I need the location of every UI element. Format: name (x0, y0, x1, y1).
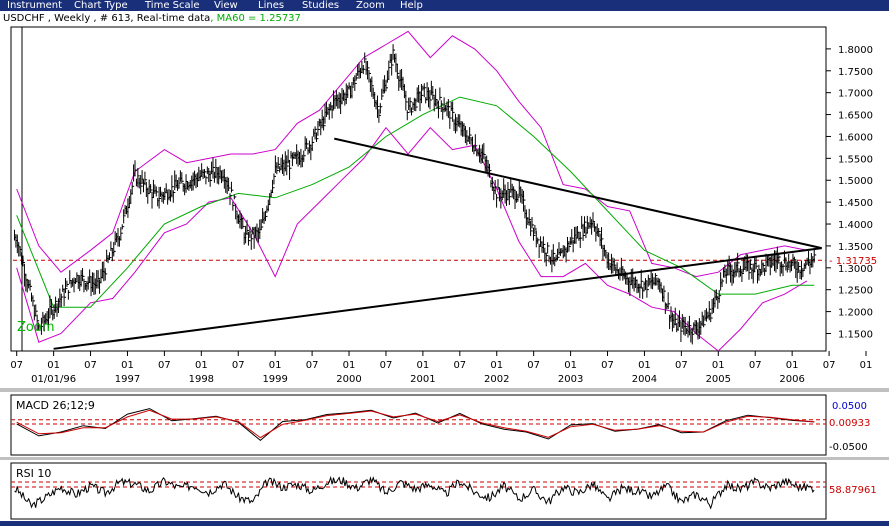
x-year-label: 2006 (779, 374, 804, 385)
price-y-tick-label: 1.6000 (838, 132, 873, 143)
price-y-tick-label: 1.5000 (838, 176, 873, 187)
menu-bar: Instrument Chart Type Time Scale View Li… (0, 0, 889, 11)
macd-upper-label: 0.0500 (832, 401, 867, 412)
x-month-label: 07 (10, 360, 23, 371)
price-y-tick-label: 1.1500 (838, 329, 873, 340)
price-y-tick-label: 1.7500 (838, 67, 873, 78)
x-month-label: 01 (121, 360, 134, 371)
status-strip (0, 521, 889, 526)
x-month-label: 07 (823, 360, 836, 371)
menu-item-time-scale[interactable]: Time Scale (145, 0, 214, 11)
price-y-tick-label: 1.5500 (838, 154, 873, 165)
x-month-label: 07 (84, 360, 97, 371)
macd-title: MACD 26;12;9 (16, 399, 95, 412)
price-y-tick-label: 1.2500 (838, 286, 873, 297)
x-month-label: 01 (638, 360, 651, 371)
price-y-tick-label: 1.2000 (838, 308, 873, 319)
chart-area[interactable]: USDCHF , Weekly , # 613, Real-time data,… (0, 11, 889, 526)
panel-separator-2[interactable] (0, 457, 889, 460)
price-y-tick-label: 1.4000 (838, 220, 873, 231)
x-month-label: 01 (47, 360, 60, 371)
menu-item-help[interactable]: Help (400, 0, 440, 11)
price-y-tick-label: 1.3500 (838, 242, 873, 253)
x-month-label: 07 (306, 360, 319, 371)
x-month-label: 01 (786, 360, 799, 371)
menu-item-instrument[interactable]: Instrument (7, 0, 74, 11)
x-year-label: 2004 (632, 374, 657, 385)
x-month-label: 01 (860, 360, 873, 371)
price-y-tick-label: 1.8000 (838, 45, 873, 56)
x-month-label: 01 (490, 360, 503, 371)
zoom-label[interactable]: Zoom (17, 320, 54, 335)
x-year-label: 2005 (706, 374, 731, 385)
x-month-label: 07 (158, 360, 171, 371)
price-y-tick-label: 1.6500 (838, 111, 873, 122)
x-month-label: 01 (417, 360, 430, 371)
x-month-label: 01 (195, 360, 208, 371)
macd-lower-label: -0.0500 (829, 442, 868, 453)
panel-separator[interactable] (0, 388, 889, 392)
x-month-label: 07 (453, 360, 466, 371)
price-y-tick-label: 1.7000 (838, 89, 873, 100)
chart-header-ma-label: , MA60 = 1.25737 (210, 13, 301, 24)
x-month-label: 07 (601, 360, 614, 371)
x-year-label: 2000 (336, 374, 361, 385)
x-year-label: 1997 (115, 374, 140, 385)
rsi-last-value-label: 58.87961 (829, 485, 877, 496)
menu-item-chart-type[interactable]: Chart Type (74, 0, 145, 11)
x-year-label: 1999 (262, 374, 287, 385)
x-month-label: 07 (675, 360, 688, 371)
x-month-label: 07 (527, 360, 540, 371)
rsi-title: RSI 10 (16, 467, 51, 480)
menu-item-view[interactable]: View (214, 0, 258, 11)
x-month-label: 01 (269, 360, 282, 371)
x-month-label: 07 (749, 360, 762, 371)
chart-header-prefix: USDCHF , Weekly , # 613, Real-time data (3, 13, 210, 24)
x-year-label: 2001 (410, 374, 435, 385)
x-month-label: 07 (232, 360, 245, 371)
chart-header: USDCHF , Weekly , # 613, Real-time data,… (3, 13, 301, 24)
x-month-label: 07 (380, 360, 393, 371)
last-price-label: - 1.31735 (829, 256, 877, 267)
x-year-label: 2002 (484, 374, 509, 385)
chart-header-title: USDCHF , Weekly , # 613, Real-time data,… (3, 13, 301, 24)
price-y-tick-label: 1.4500 (838, 198, 873, 209)
menu-item-lines[interactable]: Lines (258, 0, 302, 11)
x-month-label: 01 (343, 360, 356, 371)
x-month-label: 01 (564, 360, 577, 371)
x-year-label: 2003 (558, 374, 583, 385)
x-month-label: 01 (712, 360, 725, 371)
menu-item-studies[interactable]: Studies (302, 0, 356, 11)
menu-item-zoom[interactable]: Zoom (356, 0, 400, 11)
macd-last-value-label: 0.00933 (829, 418, 870, 429)
x-year-label: 1998 (189, 374, 214, 385)
x-year-label: 01/01/96 (31, 374, 76, 385)
